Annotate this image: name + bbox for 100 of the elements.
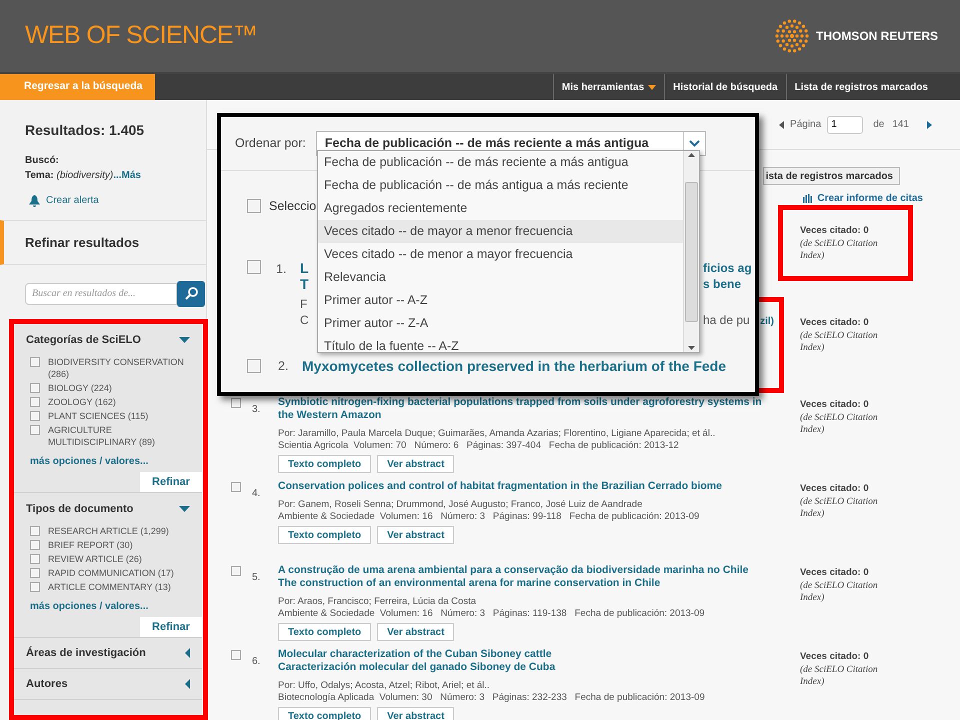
citation-index-note: (de SciELO Citation Index) xyxy=(800,238,879,262)
sort-option[interactable]: Veces citado -- de mayor a menor frecuencia xyxy=(318,220,683,243)
facet-option: REVIEW ARTICLE (26) xyxy=(48,553,142,565)
title-fragment: zil) xyxy=(760,315,774,329)
result-title-link[interactable]: Myxomycetes collection preserved in the herbarium of the Fede xyxy=(302,356,726,377)
caret-down-icon xyxy=(179,506,190,512)
times-cited: Veces citado: 0 xyxy=(800,650,870,664)
title-fragment: ficios ag xyxy=(703,260,753,276)
result-button[interactable]: Ver abstract xyxy=(377,623,454,641)
checkbox[interactable] xyxy=(231,650,241,660)
result-button[interactable]: Texto completo xyxy=(278,623,372,641)
result-authors: Por: Uffo, Odalys; Acosta, Atzel; Ribot, Ariel; et ál.. xyxy=(278,680,491,692)
citation-index-note: (de SciELO Citation Index) xyxy=(800,330,879,354)
bell-icon xyxy=(29,194,40,206)
marked-list-button[interactable]: ista de registros marcados xyxy=(762,167,900,185)
sort-option[interactable]: Título de la fuente -- A-Z xyxy=(318,335,683,352)
result-source: Scientia Agricola Volumen: 70 Número: 6 Páginas: 397-404 Fecha de publicación: 2013-12 xyxy=(278,440,680,452)
title-fragment: s bene xyxy=(703,276,742,292)
title-fragment: T xyxy=(300,276,310,292)
checkbox[interactable] xyxy=(30,526,40,536)
brand-name: THOMSON REUTERS xyxy=(816,28,938,45)
checkbox[interactable] xyxy=(231,566,241,576)
facet-header[interactable]: Autores xyxy=(14,669,202,699)
facet-title: Áreas de investigación xyxy=(26,645,146,661)
checkbox[interactable] xyxy=(30,383,40,393)
title-fragment: L xyxy=(300,260,310,276)
checkbox[interactable] xyxy=(30,582,40,592)
checkbox[interactable] xyxy=(247,260,261,274)
checkbox[interactable] xyxy=(30,357,40,367)
checkbox[interactable] xyxy=(30,397,40,407)
scroll-down-icon[interactable] xyxy=(688,346,695,350)
result-title-link[interactable]: Symbiotic nitrogen-fixing bacterial populations trapped from soils under agroforestry systems in the Western Amazon xyxy=(278,396,774,422)
result-button[interactable]: Ver abstract xyxy=(377,526,454,544)
caret-down-icon xyxy=(179,337,190,343)
sort-option[interactable]: Relevancia xyxy=(318,266,683,289)
sort-option[interactable]: Primer autor -- Z-A xyxy=(318,312,683,335)
create-alert-link[interactable]: Crear alerta xyxy=(46,193,99,208)
refine-button[interactable]: Refinar xyxy=(140,472,202,492)
text-fragment: ha de pu xyxy=(703,312,751,328)
times-cited: Veces citado: 0 xyxy=(800,566,870,580)
caret-icon xyxy=(648,84,656,90)
checkbox[interactable] xyxy=(247,359,261,374)
facet-title: Autores xyxy=(26,676,68,692)
scrollbar-thumb[interactable] xyxy=(685,182,698,322)
scroll-up-icon[interactable] xyxy=(688,153,695,157)
facet-header[interactable]: Tipos de documento xyxy=(14,493,202,525)
refine-button[interactable]: Refinar xyxy=(140,617,202,637)
select-all-label: Seleccio xyxy=(269,198,316,215)
result-authors: Por: Araos, Francisco; Ferreira, Lúcia da Costa xyxy=(278,596,477,608)
more-link[interactable]: ...Más xyxy=(113,170,141,181)
search-field[interactable]: Buscar en resultados de... xyxy=(25,282,177,304)
checkbox[interactable] xyxy=(30,568,40,578)
previous-page-icon[interactable] xyxy=(779,120,784,128)
result-source: Ambiente & Sociedade Volumen: 16 Número: 3 Páginas: 119-138 Fecha de publicación: 2013-09 xyxy=(278,608,706,620)
checkbox[interactable] xyxy=(30,411,40,421)
result-button[interactable]: Ver abstract xyxy=(377,455,454,473)
times-cited: Veces citado: 0 xyxy=(800,482,870,496)
facet-option: BIOLOGY (224) xyxy=(48,382,112,394)
facet-option: PLANT SCIENCES (115) xyxy=(48,410,148,422)
checkbox[interactable] xyxy=(30,425,40,435)
checkbox[interactable] xyxy=(247,199,261,214)
times-cited: Veces citado: 0 xyxy=(800,224,870,238)
searched-label: Buscó: xyxy=(25,154,60,168)
next-page-icon[interactable] xyxy=(927,120,932,128)
result-button[interactable]: Ver abstract xyxy=(377,707,454,720)
result-title-link[interactable]: Caracterización molecular del ganado Siboney de Cuba xyxy=(278,661,774,674)
facet-header[interactable]: Áreas de investigación xyxy=(14,638,202,668)
sort-option[interactable]: Agregados recientemente xyxy=(318,197,683,220)
result-number: 6. xyxy=(252,656,260,667)
result-button[interactable]: Texto completo xyxy=(278,526,372,544)
page-label: Página xyxy=(790,118,822,132)
result-title-link[interactable]: A construção de uma arena ambiental para a conservação da biodiversidade marinha no Chile xyxy=(278,564,774,577)
checkbox[interactable] xyxy=(231,398,241,408)
checkbox[interactable] xyxy=(30,554,40,564)
result-authors: Por: Jaramillo, Paula Marcela Duque; Guimarães, Amanda Azarias; Florentino, Ligiane Aparecida; et ál.. xyxy=(278,428,716,440)
bar-chart-icon xyxy=(803,194,812,203)
result-title-link[interactable]: Molecular characterization of the Cuban Siboney cattle xyxy=(278,648,774,661)
more-options-link[interactable]: más opciones / valores... xyxy=(14,456,202,468)
facet-header[interactable]: Categorías de SciELO xyxy=(14,324,202,356)
more-options-link[interactable]: más opciones / valores... xyxy=(14,601,202,613)
facet-option: AGRICULTURE MULTIDISCIPLINARY (89) xyxy=(48,424,186,448)
sort-option[interactable]: Fecha de publicación -- de más antigua a más reciente xyxy=(318,174,683,197)
citation-report-link[interactable]: Crear informe de citas xyxy=(817,191,923,206)
result-button[interactable]: Texto completo xyxy=(278,455,372,473)
result-title-link[interactable]: The construction of an environmental arena for marine conservation in Chile xyxy=(278,577,774,590)
result-title-link[interactable]: Conservation polices and control of habitat fragmentation in the Brazilian Cerrado biome xyxy=(278,480,774,493)
facet-option: RESEARCH ARTICLE (1,299) xyxy=(48,525,169,537)
facet-title: Tipos de documento xyxy=(26,502,134,517)
sort-option[interactable]: Veces citado -- de menor a mayor frecuencia xyxy=(318,243,683,266)
sort-option[interactable]: Primer autor -- A-Z xyxy=(318,289,683,312)
checkbox[interactable] xyxy=(231,482,241,492)
scrollbar[interactable] xyxy=(683,151,699,352)
checkbox[interactable] xyxy=(30,540,40,550)
citation-index-note: (de SciELO Citation Index) xyxy=(800,580,879,604)
search-button[interactable] xyxy=(177,280,205,306)
result-number: 2. xyxy=(278,358,290,375)
search-query: Tema: (biodiversity)...Más xyxy=(25,169,142,183)
page-field[interactable]: 1 xyxy=(827,116,864,134)
text-fragment: F xyxy=(300,296,308,312)
page-total: 141 xyxy=(892,118,909,132)
